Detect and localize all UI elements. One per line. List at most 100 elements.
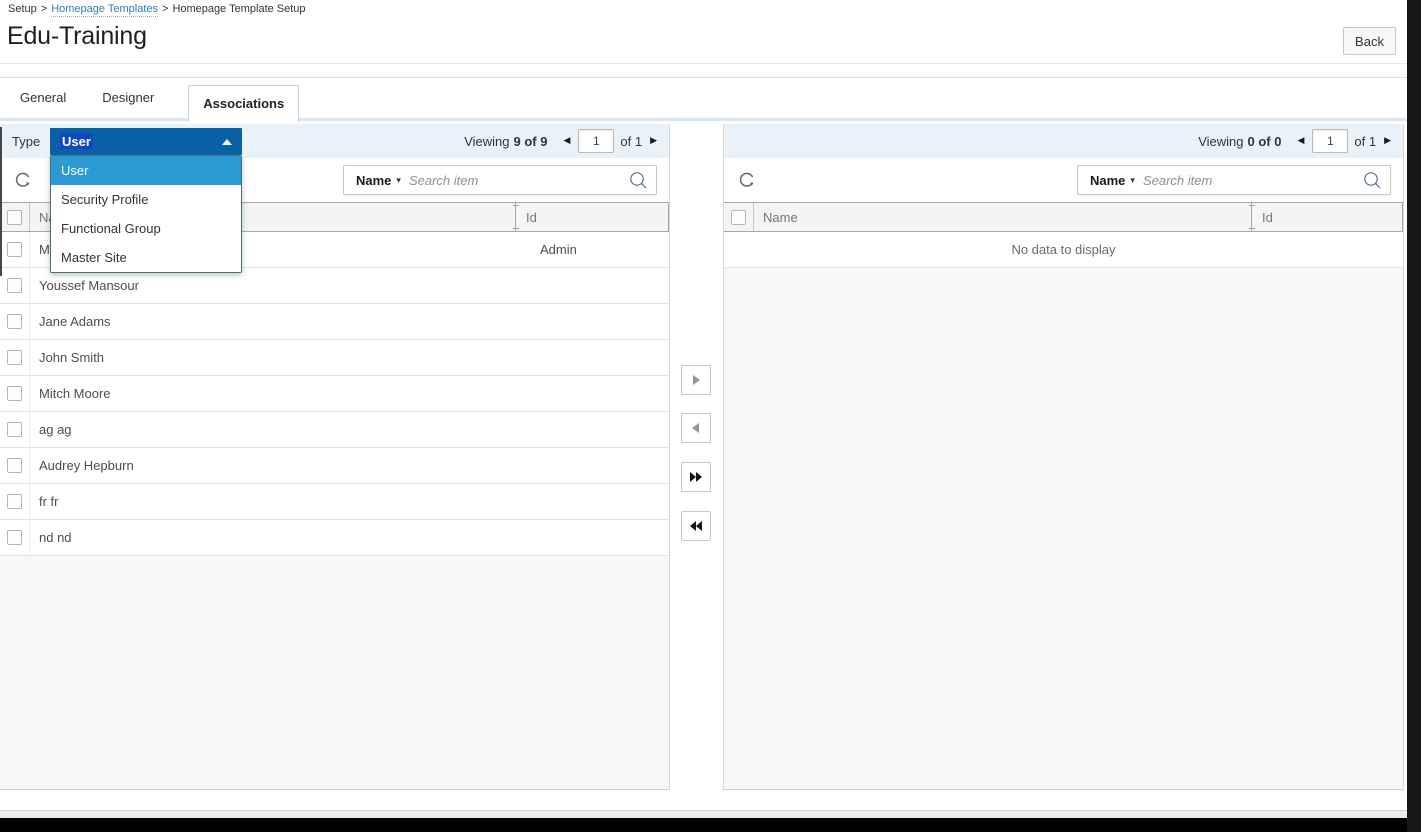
row-checkbox[interactable] (7, 494, 22, 509)
row-checkbox-cell (0, 304, 30, 339)
back-button[interactable]: Back (1343, 27, 1396, 55)
right-panel-empty-area (724, 268, 1403, 789)
type-option[interactable]: Functional Group (51, 214, 241, 243)
row-name: Mitch Moore (30, 376, 516, 411)
row-checkbox-cell (0, 484, 30, 519)
type-select-dropdown: UserSecurity ProfileFunctional GroupMast… (50, 155, 242, 273)
search-icon[interactable] (629, 171, 648, 190)
breadcrumb-item[interactable]: Homepage Templates (51, 3, 158, 17)
left-panel-header-bar: Type User UserSecurity ProfileFunctional… (0, 124, 669, 158)
move-right-button[interactable] (681, 365, 711, 395)
row-name: fr fr (30, 484, 516, 519)
right-panel-header-bar: Viewing 0 of 0 ◀ of 1 ▶ (724, 124, 1403, 158)
row-checkbox[interactable] (7, 422, 22, 437)
refresh-icon[interactable] (736, 169, 758, 191)
row-checkbox[interactable] (7, 350, 22, 365)
row-checkbox-cell (0, 412, 30, 447)
row-name: John Smith (30, 340, 516, 375)
left-panel-empty-area (0, 556, 669, 789)
id-column-header[interactable]: Id (1251, 203, 1402, 231)
chevron-up-icon (222, 139, 232, 145)
right-pagination: Viewing 0 of 0 ◀ of 1 ▶ (1198, 129, 1393, 153)
status-band (0, 810, 1407, 818)
page-title: Edu-Training (7, 22, 147, 51)
row-id (516, 448, 669, 483)
select-all-checkbox[interactable] (7, 210, 22, 225)
tab-strip: General Designer Associations (0, 77, 1407, 121)
table-row[interactable]: nd nd (0, 520, 669, 556)
right-search-box: Name ▾ (1077, 165, 1391, 195)
window-edge-left (0, 127, 2, 276)
type-option[interactable]: Security Profile (51, 185, 241, 214)
row-name: Youssef Mansour (30, 268, 516, 303)
chevron-down-icon[interactable]: ▾ (1130, 175, 1135, 186)
refresh-icon[interactable] (12, 169, 34, 191)
search-input[interactable] (409, 173, 629, 188)
row-checkbox[interactable] (7, 242, 22, 257)
homepage-template-setup-page: Setup>Homepage Templates>Homepage Templa… (0, 0, 1421, 832)
id-column-header[interactable]: Id (515, 203, 668, 231)
select-all-checkbox[interactable] (731, 210, 746, 225)
row-checkbox[interactable] (7, 314, 22, 329)
row-checkbox[interactable] (7, 278, 22, 293)
row-name: Audrey Hepburn (30, 448, 516, 483)
associated-items-panel: Viewing 0 of 0 ◀ of 1 ▶ Name ▾ (723, 124, 1404, 790)
breadcrumb-separator: > (41, 3, 47, 15)
viewing-count: 9 of 9 (514, 134, 548, 149)
type-option[interactable]: Master Site (51, 243, 241, 272)
row-checkbox-cell (0, 340, 30, 375)
table-row[interactable]: Youssef Mansour (0, 268, 669, 304)
viewing-count: 0 of 0 (1248, 134, 1282, 149)
double-arrow-left-icon (689, 520, 703, 532)
screen-bottom-edge (0, 818, 1421, 832)
viewing-label: Viewing (1198, 134, 1243, 149)
table-row[interactable]: Audrey Hepburn (0, 448, 669, 484)
row-checkbox[interactable] (7, 530, 22, 545)
prev-page-icon[interactable]: ◀ (561, 134, 572, 148)
empty-state-message: No data to display (724, 232, 1403, 268)
search-filter-dropdown[interactable]: Name (356, 173, 391, 188)
table-row[interactable]: Jane Adams (0, 304, 669, 340)
tab-general[interactable]: General (18, 78, 68, 122)
row-id (516, 304, 669, 339)
table-row[interactable]: ag ag (0, 412, 669, 448)
breadcrumb-item: Homepage Template Setup (172, 3, 305, 15)
right-table-header: Name Id (724, 202, 1403, 232)
tab-associations[interactable]: Associations (188, 85, 299, 122)
row-checkbox[interactable] (7, 386, 22, 401)
row-checkbox[interactable] (7, 458, 22, 473)
select-all-cell (0, 203, 30, 231)
row-id (516, 268, 669, 303)
type-option[interactable]: User (51, 156, 241, 185)
prev-page-icon[interactable]: ◀ (1295, 134, 1306, 148)
row-checkbox-cell (0, 376, 30, 411)
double-arrow-right-icon (689, 471, 703, 483)
move-all-right-button[interactable] (681, 462, 711, 492)
chevron-down-icon[interactable]: ▾ (396, 175, 401, 186)
table-row[interactable]: fr fr (0, 484, 669, 520)
header-divider (0, 63, 1407, 64)
arrow-right-icon (690, 374, 702, 386)
search-icon[interactable] (1363, 171, 1382, 190)
breadcrumb-item: Setup (8, 3, 37, 15)
row-checkbox-cell (0, 520, 30, 555)
page-number-input[interactable] (1312, 129, 1348, 153)
arrow-left-icon (690, 422, 702, 434)
tab-designer[interactable]: Designer (100, 78, 156, 122)
next-page-icon[interactable]: ▶ (1382, 134, 1393, 148)
viewing-label: Viewing (464, 134, 509, 149)
name-column-header[interactable]: Name (754, 203, 1251, 231)
table-row[interactable]: John Smith (0, 340, 669, 376)
type-select[interactable]: User (50, 128, 242, 155)
type-label: Type (12, 134, 40, 149)
next-page-icon[interactable]: ▶ (648, 134, 659, 148)
page-number-input[interactable] (578, 129, 614, 153)
move-left-button[interactable] (681, 413, 711, 443)
search-filter-dropdown[interactable]: Name (1090, 173, 1125, 188)
left-search-box: Name ▾ (343, 165, 657, 195)
left-pagination: Viewing 9 of 9 ◀ of 1 ▶ (464, 129, 659, 153)
row-id (516, 412, 669, 447)
search-input[interactable] (1143, 173, 1363, 188)
table-row[interactable]: Mitch Moore (0, 376, 669, 412)
move-all-left-button[interactable] (681, 511, 711, 541)
